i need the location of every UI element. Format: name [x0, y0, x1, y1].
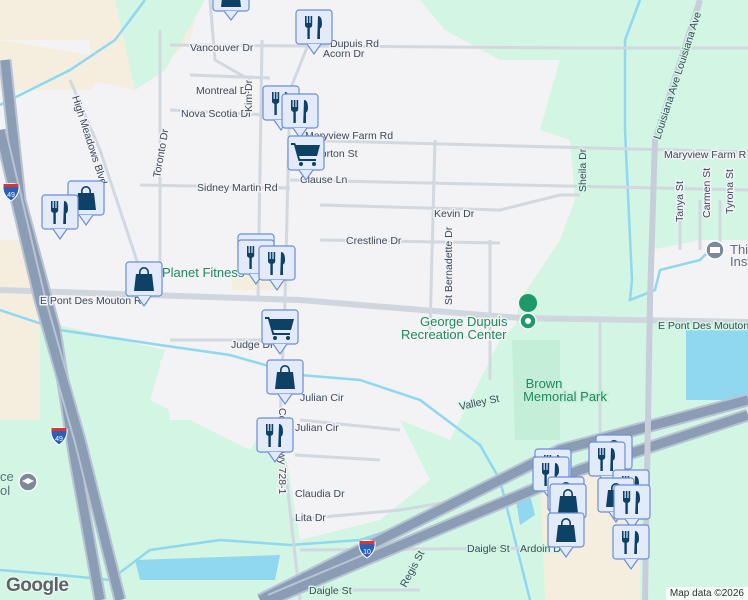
- street-label: E Pont Des Mouton Rd: [40, 295, 148, 307]
- street-label: St Bernadette Dr: [443, 226, 455, 305]
- street-label: Lita Dr: [295, 512, 326, 524]
- street-label: High Meadows Blvd: [69, 94, 109, 186]
- street-label: Claudia Dr: [295, 488, 345, 500]
- street-label: Julian Cir: [295, 422, 339, 434]
- street-label: Crestline Dr: [346, 235, 402, 247]
- street-label: Sidney Martin Rd: [197, 182, 278, 194]
- poi-institute-line2[interactable]: Inst: [729, 253, 748, 271]
- shopping-bag-icon: [221, 0, 241, 7]
- street-label: Kevin Dr: [434, 208, 475, 220]
- street-label: E Pont Des Mouton: [658, 320, 748, 332]
- street-label: Tyrona St: [724, 169, 736, 214]
- street-label: Daigle St: [309, 585, 352, 597]
- poi-planet-fitness[interactable]: Planet Fitness: [161, 264, 247, 282]
- poi-brown-park-line2[interactable]: Memorial Park: [522, 388, 609, 406]
- street-label: Carmen St: [701, 168, 713, 218]
- shield-number: 49: [7, 192, 15, 199]
- poi-recreation-center-line2[interactable]: Recreation Center: [400, 326, 509, 344]
- shield-number: 10: [363, 549, 371, 556]
- museum-pin-icon[interactable]: [705, 240, 725, 260]
- street-label: Julian Cir: [300, 392, 344, 404]
- shield-number: 49: [55, 436, 63, 443]
- street-label: Toronto Dr: [151, 128, 171, 179]
- street-label: Acorn Dr: [323, 48, 365, 60]
- street-label: Sheila Dr: [577, 148, 589, 192]
- poi-school-line2[interactable]: ol: [0, 482, 12, 500]
- street-label: Tanya St: [674, 181, 686, 222]
- map-attribution[interactable]: Map data ©2026: [665, 587, 748, 600]
- street-label: Daigle St: [467, 543, 510, 555]
- poi-school-line1[interactable]: ce: [0, 468, 15, 486]
- street-label: Vancouver Dr: [190, 42, 254, 54]
- google-logo: Google: [6, 575, 69, 596]
- school-pin-icon[interactable]: [18, 472, 38, 492]
- shopping-marker[interactable]: [212, 0, 250, 21]
- street-label: Kim Dr: [243, 79, 255, 112]
- street-label: Maryview Farm R: [664, 149, 747, 161]
- restaurant-marker[interactable]: [41, 194, 79, 241]
- map-canvas[interactable]: Vancouver Dr Dupuis Rd Acorn Dr Montreal…: [0, 0, 748, 600]
- street-label: Nova Scotia Dr: [181, 108, 252, 120]
